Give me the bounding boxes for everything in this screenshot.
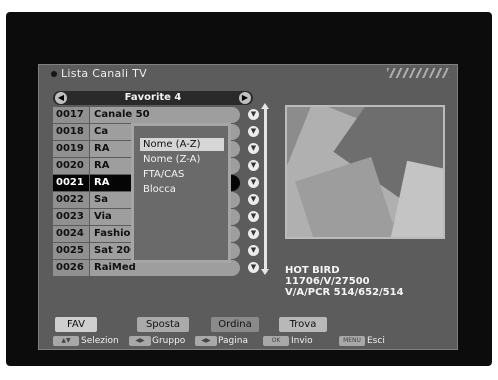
chevron-down-icon: ▼ xyxy=(248,245,259,256)
move-button[interactable]: Sposta xyxy=(137,317,189,332)
channel-number: 0020 xyxy=(53,158,89,174)
chevron-down-icon: ▼ xyxy=(248,177,259,188)
find-button[interactable]: Trova xyxy=(279,317,327,332)
sort-option-name-az[interactable]: Nome (A-Z) xyxy=(140,138,224,151)
chevron-down-icon: ▼ xyxy=(248,194,259,205)
channel-name: Canale 50 xyxy=(90,107,240,123)
sort-button[interactable]: Ordina xyxy=(211,317,259,332)
sort-option-blocca[interactable]: Blocca xyxy=(140,183,224,196)
chevron-down-icon: ▼ xyxy=(248,262,259,273)
sort-option-fta-cas[interactable]: FTA/CAS xyxy=(140,168,224,181)
fav-button[interactable]: FAV xyxy=(55,317,97,332)
channel-number: 0019 xyxy=(53,141,89,157)
left-right-arrows-icon: ◀▶ xyxy=(129,336,151,346)
title-bar: Lista Canali TV xyxy=(39,65,457,83)
arrow-right-icon[interactable]: ▶ xyxy=(239,92,251,104)
legend-select: Selezion xyxy=(81,336,119,346)
chevron-down-icon: ▼ xyxy=(248,160,259,171)
legend-group: Gruppo xyxy=(152,336,186,346)
pid-info: V/A/PCR 514/652/514 xyxy=(285,287,404,298)
channel-info: HOT BIRD 11706/V/27500 V/A/PCR 514/652/5… xyxy=(285,265,404,298)
channel-number: 0022 xyxy=(53,192,89,208)
page-keys-icon: ◀▶ xyxy=(195,336,217,346)
decorative-stripes xyxy=(387,68,449,78)
ok-key-icon: OK xyxy=(263,336,289,346)
channel-number: 0017 xyxy=(53,107,89,123)
tv-screen: Lista Canali TV ◀ Favorite 4 ▶ 0017 Cana… xyxy=(6,12,492,366)
up-down-arrows-icon: ▲▼ xyxy=(53,336,79,346)
channel-number: 0018 xyxy=(53,124,89,140)
chevron-down-icon: ▼ xyxy=(248,143,259,154)
sort-menu: Nome (A-Z) Nome (Z-A) FTA/CAS Blocca xyxy=(131,123,231,263)
legend-send: Invio xyxy=(291,336,313,346)
channel-number: 0023 xyxy=(53,209,89,225)
function-buttons: FAV Sposta Ordina Trova xyxy=(53,317,353,333)
chevron-down-icon: ▼ xyxy=(248,109,259,120)
key-legend: ▲▼ Selezion ◀▶ Gruppo ◀▶ Pagina OK Invio… xyxy=(53,335,453,349)
video-preview xyxy=(285,105,445,239)
chevron-down-icon: ▼ xyxy=(248,211,259,222)
sort-option-name-za[interactable]: Nome (Z-A) xyxy=(140,153,224,166)
scroll-up-icon[interactable] xyxy=(261,103,269,109)
chevron-down-icon: ▼ xyxy=(248,126,259,137)
window-title: Lista Canali TV xyxy=(61,67,147,80)
channel-number: 0026 xyxy=(53,260,89,276)
channel-number: 0024 xyxy=(53,226,89,242)
chevron-down-icon: ▼ xyxy=(248,228,259,239)
channel-row[interactable]: 0017 Canale 50 ▼ xyxy=(53,107,261,123)
channel-number: 0021 xyxy=(53,175,89,191)
channel-list-window: Lista Canali TV ◀ Favorite 4 ▶ 0017 Cana… xyxy=(38,64,458,350)
scrollbar[interactable] xyxy=(261,103,269,275)
channel-number: 0025 xyxy=(53,243,89,259)
legend-page: Pagina xyxy=(218,336,248,346)
group-label: Favorite 4 xyxy=(124,92,182,103)
menu-key-icon: MENU xyxy=(339,336,365,346)
bullet-icon xyxy=(51,71,57,77)
transponder-info: 11706/V/27500 xyxy=(285,276,370,287)
legend-exit: Esci xyxy=(367,336,385,346)
scroll-down-icon[interactable] xyxy=(261,269,269,275)
satellite-name: HOT BIRD xyxy=(285,265,340,276)
group-selector[interactable]: ◀ Favorite 4 ▶ xyxy=(53,91,253,105)
